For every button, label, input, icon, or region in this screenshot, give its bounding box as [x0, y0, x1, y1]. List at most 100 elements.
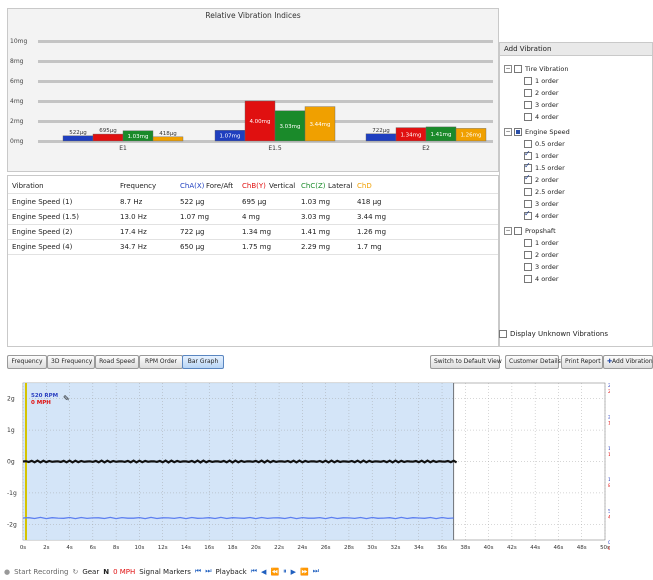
playback-label: Playback: [215, 567, 247, 576]
rpm-tick-label: 2500RPM: [608, 383, 610, 389]
bar-graph-button[interactable]: Bar Graph: [182, 355, 224, 369]
rewind-icon[interactable]: ⏪: [270, 568, 279, 576]
checkbox[interactable]: [524, 209, 532, 220]
row-1-frequency: 8.7 Hz: [120, 198, 143, 206]
row-3-chc: 1.41 mg: [301, 228, 331, 236]
tree-group-tire-vibration[interactable]: − Tire Vibration: [504, 63, 569, 74]
checkbox[interactable]: [524, 238, 532, 247]
x-tick-label: 14s: [181, 545, 191, 551]
3d-frequency-button[interactable]: 3D Frequency: [47, 355, 95, 369]
add-vibration-button[interactable]: ✚Add Vibration: [603, 355, 653, 369]
col-header-chb[interactable]: ChB(Y): [242, 182, 266, 190]
skip-end-icon[interactable]: ⏭: [313, 567, 319, 576]
row-2-vibration[interactable]: Engine Speed (1.5): [12, 213, 79, 221]
x-tick-label: 24s: [297, 545, 307, 551]
display-unknown-checkbox[interactable]: [499, 330, 507, 338]
print-report-button[interactable]: Print Report: [561, 355, 603, 369]
checkbox-propshaft[interactable]: [514, 226, 522, 235]
step-back-icon[interactable]: ◀: [261, 568, 266, 576]
collapse-icon[interactable]: −: [504, 127, 512, 136]
tree-item-prop-1-order[interactable]: 1 order: [524, 237, 559, 248]
row-3-vibration[interactable]: Engine Speed (2): [12, 228, 72, 236]
checkbox[interactable]: [524, 187, 532, 196]
tree-item-engine-1-order[interactable]: 1 order: [524, 149, 559, 161]
checkbox[interactable]: [524, 274, 532, 283]
row-4-chc: 2.29 mg: [301, 243, 331, 251]
pause-icon[interactable]: ⏸: [283, 567, 287, 576]
tree-group-engine-speed[interactable]: − Engine Speed: [504, 126, 570, 137]
checkbox-engine-speed[interactable]: [514, 127, 522, 136]
tree-item-engine-2-order[interactable]: 2 order: [524, 173, 559, 185]
checkbox[interactable]: [524, 100, 532, 109]
road-speed-button[interactable]: Road Speed: [95, 355, 139, 369]
bar-data-label: 522µg: [69, 130, 87, 136]
rpm-order-button[interactable]: RPM Order: [139, 355, 183, 369]
tree-item-label: 2.5 order: [535, 187, 565, 196]
col-header-cha[interactable]: ChA(X): [180, 182, 204, 190]
col-header-cha-direction: Fore/Aft: [206, 182, 234, 190]
checkbox[interactable]: [524, 88, 532, 97]
col-header-chd[interactable]: ChD: [357, 182, 372, 190]
gear-value: N: [103, 567, 110, 576]
customer-details-button[interactable]: Customer Details: [505, 355, 561, 369]
skip-start-icon[interactable]: ⏮: [251, 567, 257, 576]
tree-item-prop-3-order[interactable]: 3 order: [524, 261, 559, 272]
tree-item-engine-0-5-order[interactable]: 0.5 order: [524, 138, 565, 149]
tree-item-label: 4 order: [535, 274, 559, 283]
tree-item-engine-3-order[interactable]: 3 order: [524, 198, 559, 209]
marker-back-icon[interactable]: ⏮: [195, 567, 201, 576]
marker-forward-icon[interactable]: ⏭: [205, 567, 211, 576]
switch-default-view-button[interactable]: Switch to Default View: [430, 355, 502, 369]
mph-tick-label: 8MPH: [608, 483, 610, 489]
row-1-chb: 695 µg: [242, 198, 267, 206]
row-1-chc: 1.03 mg: [301, 198, 331, 206]
display-unknown-option[interactable]: Display Unknown Vibrations: [499, 330, 608, 338]
x-tick-label: 12s: [158, 545, 168, 551]
tree-group-propshaft[interactable]: − Propshaft: [504, 225, 556, 236]
checkbox-tire-vibration[interactable]: [514, 64, 522, 73]
tree-item-prop-4-order[interactable]: 4 order: [524, 273, 559, 284]
checkbox[interactable]: [524, 173, 532, 184]
col-header-chc-direction: Lateral: [328, 182, 353, 190]
checkbox[interactable]: [524, 139, 532, 148]
checkbox[interactable]: [524, 112, 532, 121]
col-header-chc[interactable]: ChC(Z): [301, 182, 325, 190]
vibration-signal-line: [22, 459, 458, 464]
mph-tick-label: 20MPH: [608, 389, 610, 395]
collapse-icon[interactable]: −: [504, 64, 512, 73]
checkbox[interactable]: [524, 199, 532, 208]
col-header-frequency[interactable]: Frequency: [120, 182, 156, 190]
tree-item-engine-4-order[interactable]: 4 order: [524, 209, 559, 221]
tree-item-tire-2-order[interactable]: 2 order: [524, 87, 559, 98]
time-signal-graph[interactable]: 0s 2s 4s 6s 8s 10s 12s 14s 16s 18s 20s 22s 24s 26s 28s…: [5, 377, 610, 554]
col-header-vibration[interactable]: Vibration: [12, 182, 44, 190]
checkbox[interactable]: [524, 250, 532, 259]
y-tick-label: 8mg: [10, 58, 24, 65]
record-icon[interactable]: ●: [4, 568, 10, 576]
fast-forward-icon[interactable]: ⏩: [300, 568, 309, 576]
row-1-vibration[interactable]: Engine Speed (1): [12, 198, 72, 206]
tree-item-tire-3-order[interactable]: 3 order: [524, 99, 559, 110]
checkbox[interactable]: [524, 161, 532, 172]
tree-item-engine-1-5-order[interactable]: 1.5 order: [524, 161, 565, 173]
play-icon[interactable]: ▶: [291, 568, 296, 576]
collapse-icon[interactable]: −: [504, 226, 512, 235]
tree-item-prop-2-order[interactable]: 2 order: [524, 249, 559, 260]
add-vibration-panel: Add Vibration − Tire Vibration 1 order 2…: [499, 42, 653, 347]
tree-item-tire-4-order[interactable]: 4 order: [524, 111, 559, 122]
tree-item-tire-1-order[interactable]: 1 order: [524, 75, 559, 86]
tree-item-label: 0.5 order: [535, 139, 565, 148]
y-tick-label: 1g: [7, 427, 15, 434]
start-recording-label[interactable]: Start Recording: [14, 568, 68, 576]
row-4-chb: 1.75 mg: [242, 243, 272, 251]
checkbox[interactable]: [524, 76, 532, 85]
undo-icon[interactable]: ↻: [72, 568, 78, 576]
frequency-button[interactable]: Frequency: [7, 355, 47, 369]
checkbox[interactable]: [524, 262, 532, 271]
row-4-vibration[interactable]: Engine Speed (4): [12, 243, 72, 251]
y-tick-label: 6mg: [10, 78, 24, 85]
x-tick-label: 40s: [484, 545, 494, 551]
tree-item-label: 1 order: [535, 76, 559, 85]
checkbox[interactable]: [524, 149, 532, 160]
tree-item-engine-2-5-order[interactable]: 2.5 order: [524, 186, 565, 197]
